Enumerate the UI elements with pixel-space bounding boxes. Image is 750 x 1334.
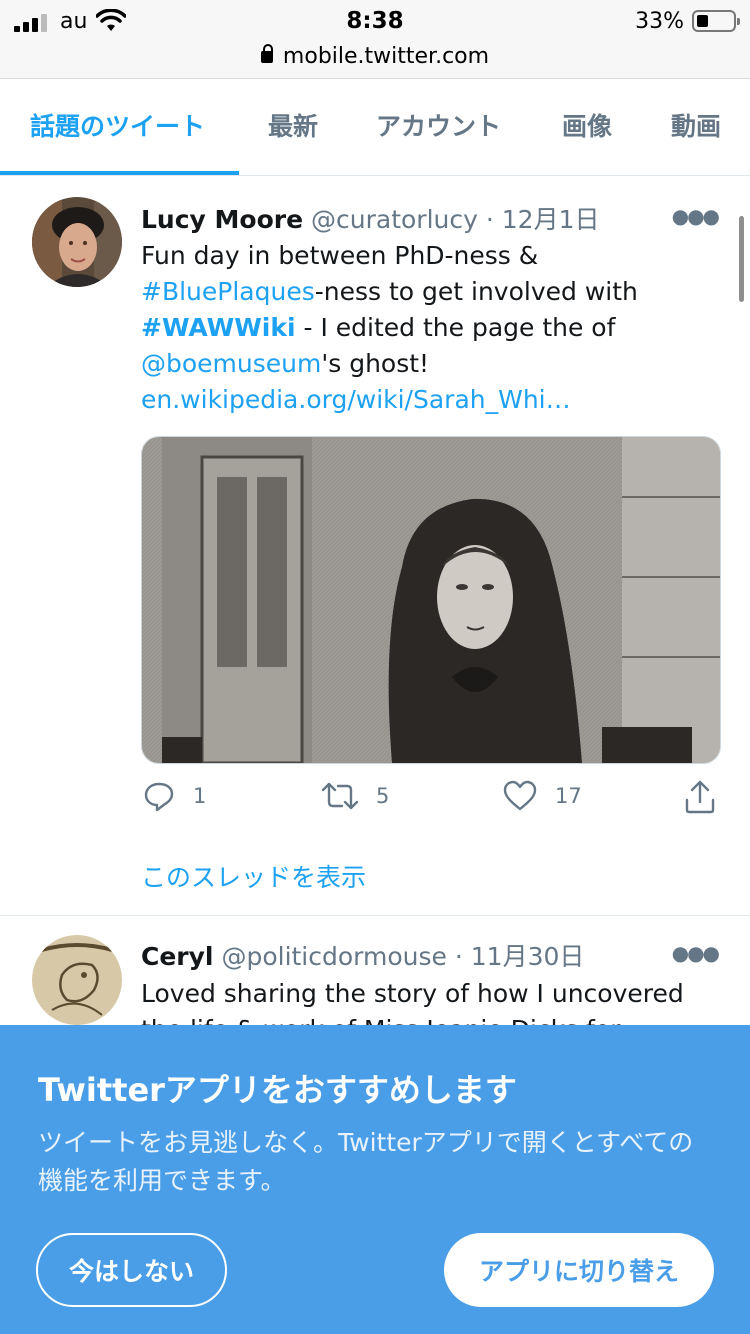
scrollbar[interactable]	[739, 216, 744, 302]
separator: ·	[454, 942, 463, 971]
avatar[interactable]	[32, 197, 122, 287]
avatar[interactable]	[32, 935, 122, 1025]
battery-icon	[692, 10, 740, 32]
lock-icon	[260, 44, 273, 63]
banner-title: Twitterアプリをおすすめします	[38, 1071, 517, 1109]
retweet-button[interactable]: 5	[322, 780, 389, 812]
retweet-count: 5	[376, 784, 390, 808]
tweet-header: Lucy Moore @curatorlucy · 12月1日	[141, 200, 600, 236]
reply-button[interactable]: 1	[143, 780, 206, 812]
author-name[interactable]: Lucy Moore	[141, 205, 303, 234]
hashtag-link[interactable]: #WAWWiki	[141, 313, 296, 342]
tweet-divider	[0, 915, 750, 916]
tweet-date[interactable]: 12月1日	[502, 205, 600, 234]
tab-accounts[interactable]: アカウント	[376, 107, 501, 143]
battery-percent: 33%	[635, 9, 684, 34]
url-text[interactable]: mobile.twitter.com	[283, 44, 489, 69]
tab-top[interactable]: 話題のツイート	[30, 107, 205, 143]
more-options-icon[interactable]: ●●●	[672, 941, 720, 965]
browser-url-bar[interactable]: mobile.twitter.com	[0, 44, 750, 79]
tweet-text-line: Fun day in between PhD-ness &	[141, 241, 539, 270]
retweet-icon	[322, 782, 358, 810]
like-count: 17	[555, 784, 582, 808]
share-button[interactable]	[684, 780, 716, 814]
switch-to-app-button[interactable]: アプリに切り替え	[444, 1233, 714, 1307]
author-handle[interactable]: @curatorlucy	[311, 205, 478, 234]
heart-icon	[503, 780, 537, 811]
tab-images[interactable]: 画像	[562, 107, 612, 143]
author-name[interactable]: Ceryl	[141, 942, 214, 971]
tweet-text-line: Loved sharing the story of how I uncover…	[141, 979, 684, 1008]
url-link[interactable]: en.wikipedia.org/wiki/Sarah_Whi…	[141, 382, 721, 418]
show-thread-link[interactable]: このスレッドを表示	[141, 858, 366, 894]
reply-icon	[144, 782, 174, 812]
tweet-date[interactable]: 11月30日	[471, 942, 585, 971]
search-tabs: 話題のツイート 最新 アカウント 画像 動画	[0, 79, 750, 176]
tweet-text-segment: - I edited the page the of	[295, 313, 616, 342]
like-button[interactable]: 17	[503, 780, 582, 812]
separator: ·	[485, 205, 494, 234]
mention-link[interactable]: @boemuseum	[141, 349, 321, 378]
tweet-text-segment: 's ghost!	[321, 349, 430, 378]
tab-latest[interactable]: 最新	[268, 107, 318, 143]
tweet-text: Fun day in between PhD-ness & #BluePlaqu…	[141, 238, 721, 418]
banner-description: ツイートをお見逃しなく。Twitterアプリで開くとすべての機能を利用できます。	[38, 1128, 694, 1195]
tab-videos[interactable]: 動画	[671, 107, 721, 143]
active-tab-indicator	[0, 171, 239, 175]
tweet-image[interactable]	[141, 436, 721, 764]
status-bar: au 8:38 33%	[0, 0, 750, 44]
share-icon	[685, 780, 715, 814]
hashtag-link[interactable]: #BluePlaques	[141, 277, 315, 306]
tweet-text-segment: -ness to get involved with	[314, 277, 638, 306]
tweet-header: Ceryl @politicdormouse · 11月30日	[141, 937, 584, 973]
more-options-icon[interactable]: ●●●	[672, 204, 720, 228]
tweet-actions: 1 5 17	[0, 780, 750, 820]
reply-count: 1	[193, 784, 207, 808]
app-promo-banner: Twitterアプリをおすすめします ツイートをお見逃しなく。Twitterアプ…	[0, 1025, 750, 1334]
not-now-button[interactable]: 今はしない	[36, 1233, 227, 1307]
author-handle[interactable]: @politicdormouse	[221, 942, 446, 971]
